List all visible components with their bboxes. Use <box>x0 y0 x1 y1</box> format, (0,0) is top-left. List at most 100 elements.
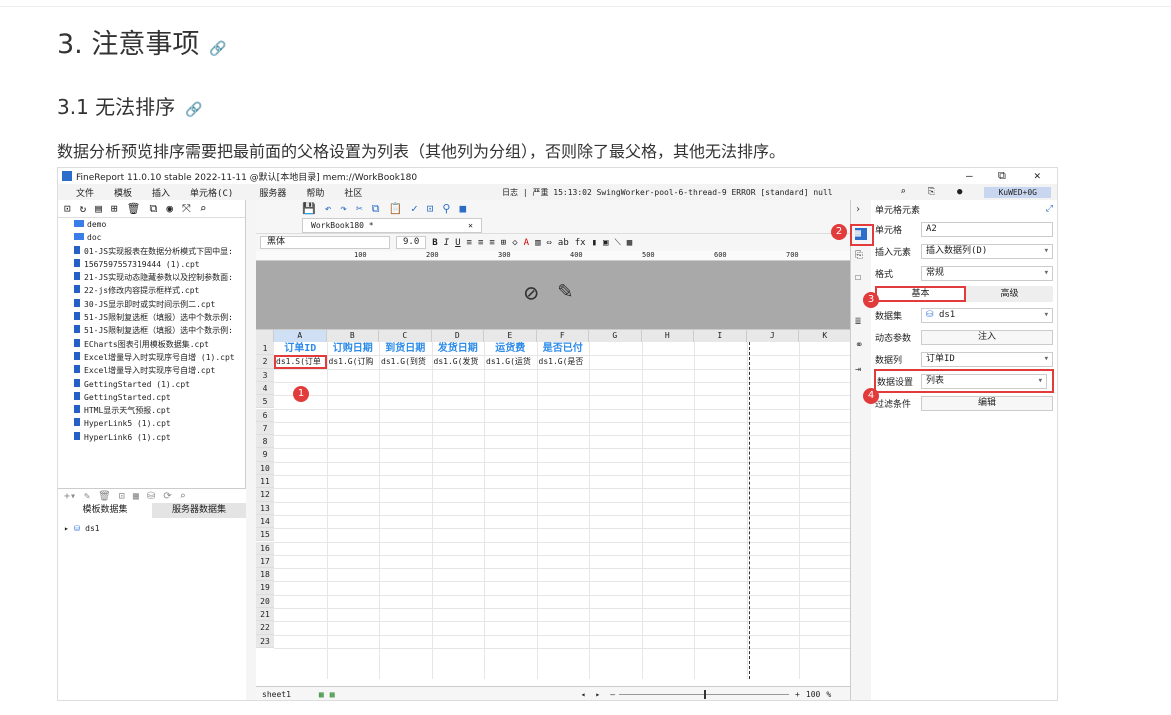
tree-item[interactable]: 51-JS限制复选框（填报）选中个数示例: <box>58 311 245 324</box>
zoom-out-icon[interactable]: — <box>610 690 615 699</box>
redo-icon[interactable]: ↷ <box>340 202 347 215</box>
table-icon[interactable]: ▦ <box>133 491 139 502</box>
hide-eye-icon[interactable]: ⊘ <box>524 279 538 307</box>
widget-icon[interactable]: ☐ <box>855 272 867 284</box>
spreadsheet-grid[interactable]: A B C D E F G H I J K 1 2 3 4 5 6 7 8 9 10 11 12 13 14 15 16 17 18 19… <box>256 329 850 679</box>
header-cell[interactable]: 运货费 <box>484 342 537 355</box>
inject-button[interactable]: 注入 <box>921 329 1053 345</box>
merge-icon[interactable]: ▥ <box>535 238 540 248</box>
row-header[interactable]: 2 <box>256 355 274 369</box>
fill-icon[interactable]: ◇ <box>512 238 517 248</box>
user-badge[interactable]: KuWED+0G <box>984 186 1051 198</box>
search-icon[interactable]: ⌕ <box>180 491 186 502</box>
anchor-link-icon[interactable]: 🔗 <box>185 102 202 118</box>
tree-item[interactable]: 1567597557319444 (1).cpt <box>58 258 245 271</box>
header-cell[interactable]: 是否已付 <box>537 342 590 355</box>
copy-icon[interactable]: ⧉ <box>372 202 380 216</box>
slash-icon[interactable]: ⟍ <box>614 238 620 248</box>
row-header[interactable]: 5 <box>256 395 274 409</box>
close-icon[interactable]: ✕ <box>1034 169 1041 182</box>
tab-basic[interactable]: 基本 <box>875 286 966 302</box>
dataset-select[interactable]: ⛁ ds1 <box>921 307 1053 323</box>
paste-icon[interactable]: 📋 <box>388 202 402 215</box>
row-header[interactable]: 13 <box>256 501 274 515</box>
tree-item[interactable]: HyperLink5 (1).cpt <box>58 417 245 430</box>
formula-icon[interactable]: fx <box>575 238 586 248</box>
edit-pencil-icon[interactable]: ✎ <box>558 276 572 304</box>
tree-item[interactable]: ECharts图表引用模板数据集.cpt <box>58 338 245 351</box>
restore-icon[interactable]: ⧉ <box>998 169 1006 183</box>
row-header[interactable]: 22 <box>256 621 274 635</box>
undo-icon[interactable]: ↶ <box>325 202 332 215</box>
tree-item[interactable]: 30-JS显示即时或实时间示例二.cpt <box>58 298 245 311</box>
data-cell[interactable]: ds1.G(是否 <box>537 355 590 368</box>
cut-icon[interactable]: ✂ <box>356 202 363 215</box>
row-header[interactable]: 18 <box>256 568 274 582</box>
header-cell[interactable]: 订购日期 <box>327 342 380 355</box>
add-sheet-icon[interactable]: ▦ <box>319 690 324 699</box>
lock-icon[interactable]: ⊞ <box>111 202 118 215</box>
tree-item[interactable]: HyperLink6 (1).cpt <box>58 431 245 444</box>
open-icon[interactable]: ▤ <box>95 202 102 215</box>
column-header[interactable]: C <box>379 330 432 342</box>
font-size-select[interactable]: 9.0 <box>396 236 427 249</box>
preview-icon[interactable]: ⊡ <box>427 202 434 215</box>
preview-icon[interactable]: ⊡ <box>119 491 125 502</box>
header-cell[interactable]: 订单ID <box>274 342 327 355</box>
data-column-select[interactable]: 订单ID <box>921 351 1053 367</box>
row-header[interactable]: 11 <box>256 475 274 489</box>
row-header[interactable]: 19 <box>256 581 274 595</box>
row-header[interactable]: 6 <box>256 408 274 422</box>
data-cell[interactable]: ds1.G(运货 <box>484 355 537 368</box>
font-color-icon[interactable]: A <box>524 238 529 248</box>
column-header[interactable]: D <box>431 330 484 342</box>
row-header[interactable]: 1 <box>256 342 274 356</box>
row-header[interactable]: 7 <box>256 421 274 436</box>
zoom-slider[interactable] <box>619 690 790 699</box>
header-cell[interactable]: 发货日期 <box>432 342 485 355</box>
row-header[interactable]: 14 <box>256 514 274 529</box>
edit-icon[interactable]: ✎ <box>84 491 90 502</box>
row-header[interactable]: 23 <box>256 634 274 648</box>
scroll-left-icon[interactable]: ◂ <box>581 690 586 699</box>
filter-edit-button[interactable]: 编辑 <box>921 395 1053 411</box>
tab-advanced[interactable]: 高级 <box>966 286 1053 302</box>
tree-item[interactable]: 22-js修改内容提示框样式.cpt <box>58 284 245 297</box>
tree-item[interactable]: demo <box>58 218 245 231</box>
cell-attr-icon[interactable]: ⎘ <box>855 250 867 262</box>
data-cell[interactable]: ds1.G(订购 <box>327 355 380 368</box>
add-icon[interactable]: +▾ <box>64 491 76 502</box>
data-setting-select[interactable]: 列表 <box>921 373 1047 389</box>
insert-select[interactable]: 插入数据列(D) <box>921 243 1053 259</box>
tree-item[interactable]: 01-JS实现报表在数据分析模式下固中显: <box>58 245 245 258</box>
export-icon[interactable]: ⎘ <box>928 187 935 197</box>
row-header[interactable]: 12 <box>256 488 274 502</box>
border-icon[interactable]: ⊞ <box>501 238 506 248</box>
row-header[interactable]: 3 <box>256 368 274 382</box>
text-icon[interactable]: ab <box>558 238 569 248</box>
tree-item[interactable]: 21-JS实现动态隐藏参数以及控制参数面: <box>58 271 245 284</box>
brush-icon[interactable]: ✓ <box>411 202 418 215</box>
locate-icon[interactable]: ◉ <box>166 202 173 215</box>
zoom-in-icon[interactable]: + <box>795 690 800 699</box>
underline-icon[interactable]: U <box>455 238 460 248</box>
tree-item[interactable]: doc <box>58 231 245 244</box>
dataset-item[interactable]: ▸ ⛁ ds1 <box>58 518 246 533</box>
header-cell[interactable]: 到货日期 <box>379 342 432 355</box>
hyperlink-icon[interactable]: ⚭ <box>855 340 867 352</box>
refresh-icon[interactable]: ⟳ <box>163 491 171 502</box>
menu-item[interactable]: 社区 <box>344 186 362 199</box>
cell-input[interactable]: A2 <box>921 221 1053 237</box>
chart-icon[interactable]: ▮ <box>592 238 597 248</box>
tree-item[interactable]: Excel增量导入时实现序号自增 (1).cpt <box>58 351 245 364</box>
close-tab-icon[interactable]: ✕ <box>468 219 473 232</box>
column-header[interactable]: I <box>694 330 747 342</box>
menu-item[interactable]: 单元格(C) <box>190 186 233 199</box>
column-header[interactable]: G <box>589 330 642 342</box>
format-select[interactable]: 常规 <box>921 265 1053 281</box>
tab-workbook[interactable]: WorkBook180 * ✕ <box>302 217 482 233</box>
tree-item[interactable]: 51-JS限制复选框（填报）选中个数示例: <box>58 324 245 337</box>
data-cell[interactable]: ds1.S(订单 <box>274 355 327 369</box>
data-cell[interactable]: ds1.G(到货 <box>379 355 432 368</box>
scroll-right-icon[interactable]: ▸ <box>595 690 600 699</box>
